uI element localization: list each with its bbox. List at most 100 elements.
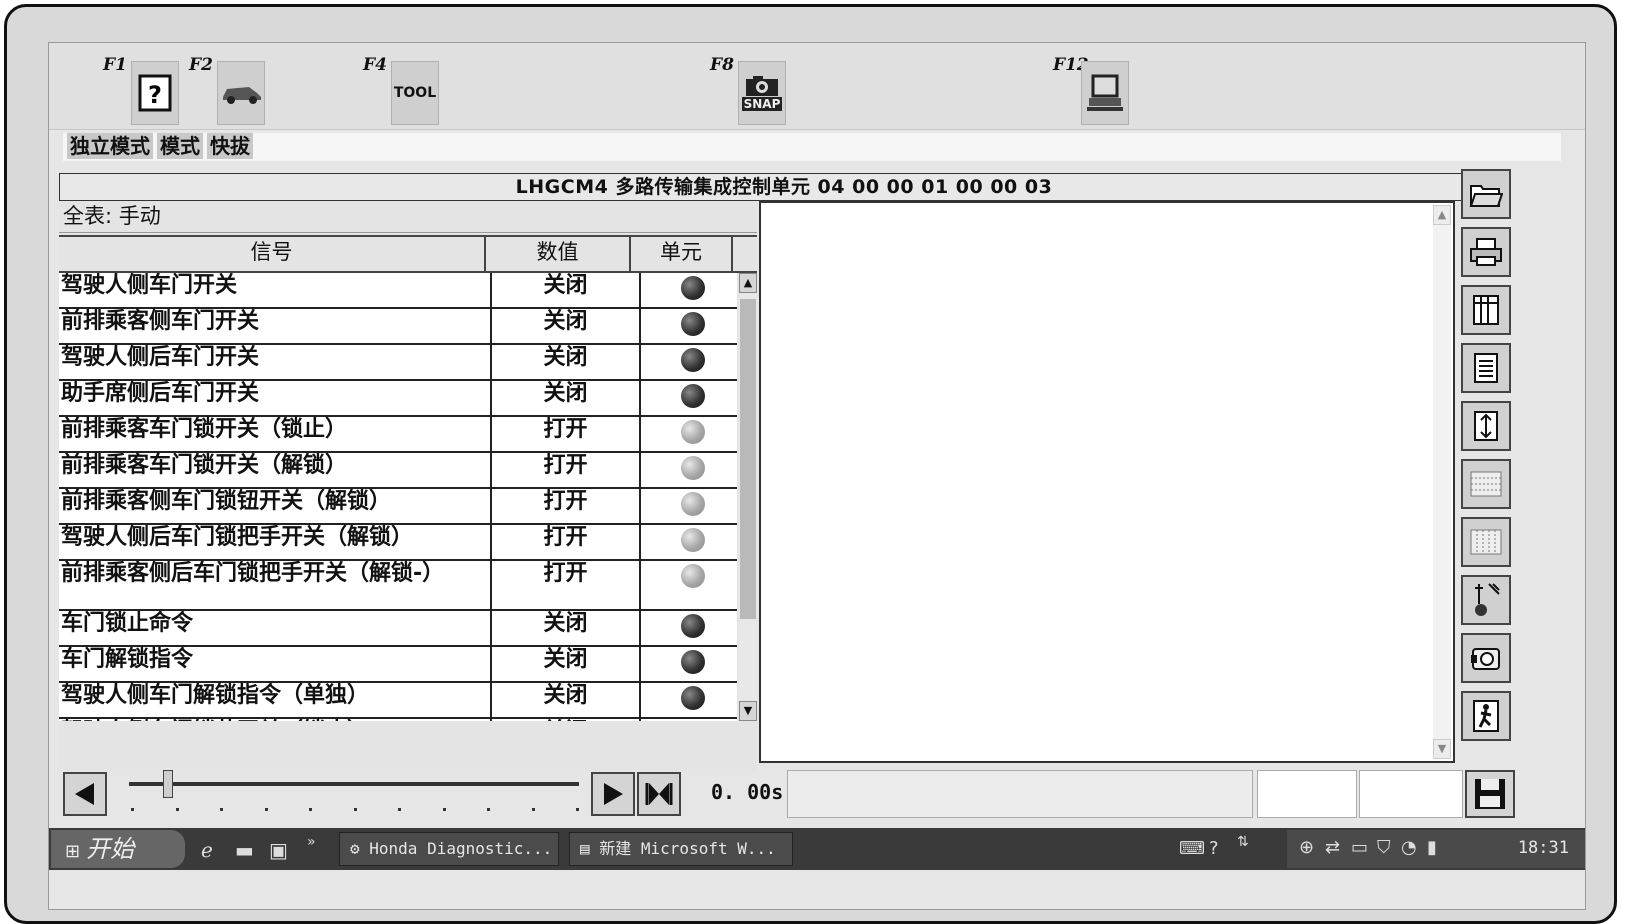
- graph-scroll-down-button[interactable]: ▼: [1433, 739, 1451, 759]
- graph-grid-button[interactable]: [1461, 459, 1511, 509]
- play-forward-button[interactable]: [591, 772, 635, 816]
- timeline-tick: [220, 808, 223, 811]
- signal-name: 驾驶人侧车门锁芯开关（锁止）: [59, 718, 492, 721]
- scroll-thumb[interactable]: [740, 299, 756, 619]
- recorder-button[interactable]: [1461, 633, 1511, 683]
- connection-tray-icon[interactable]: ⇄: [1325, 837, 1340, 858]
- status-indicator-icon: [681, 312, 705, 336]
- f1-help-button[interactable]: F1 ?: [101, 55, 179, 125]
- status-cell: [640, 646, 737, 683]
- hds-window: F1 ? F2 F4 TOOL F8 SNAP F12 独立模式 模式 快拔 L…: [48, 42, 1586, 910]
- table-row[interactable]: 驾驶人侧车门解锁指令（单独） 关闭: [59, 682, 737, 719]
- status-cell: [640, 344, 737, 381]
- timeline-tick: [264, 808, 268, 811]
- tool-sidebar: [1461, 169, 1515, 769]
- ie-icon[interactable]: ℯ: [201, 838, 213, 862]
- table-row[interactable]: 驾驶人侧车门锁芯开关（锁止）关闭: [59, 718, 737, 721]
- status-indicator-icon: [681, 528, 705, 552]
- table-row[interactable]: 车门解锁指令 关闭: [59, 646, 737, 683]
- folder-icon[interactable]: ▬: [235, 838, 254, 862]
- timeline-tick: [398, 808, 401, 811]
- keyboard-icon[interactable]: ⌨: [1179, 838, 1205, 859]
- signal-name: 前排乘客车门锁开关（锁止）: [59, 416, 492, 453]
- status-field-1: [787, 770, 1253, 818]
- list-scrollbar[interactable]: ▲ ▼: [739, 273, 757, 721]
- playback-bar: 0. 00s: [59, 768, 1515, 820]
- start-button[interactable]: ⊞ 开始: [51, 830, 185, 868]
- list-title: 全表: 手动: [59, 201, 757, 233]
- task-label-honda: Honda Diagnostic...: [369, 839, 553, 858]
- quicklaunch-more-icon[interactable]: »: [307, 834, 316, 850]
- status-cell: [640, 273, 737, 309]
- list-view-button[interactable]: [1461, 343, 1511, 393]
- graph-lines-button[interactable]: [1461, 517, 1511, 567]
- column-header-value[interactable]: 数值: [486, 237, 631, 271]
- f4-tool-button[interactable]: F4 TOOL: [361, 55, 439, 125]
- f2-key-label: F2: [189, 55, 213, 75]
- table-row[interactable]: 驾驶人侧后车门开关 关闭: [59, 344, 737, 381]
- signal-value: 打开: [491, 452, 641, 489]
- table-row[interactable]: 驾驶人侧后车门锁把手开关（解锁） 打开: [59, 524, 737, 561]
- scroll-down-button[interactable]: ▼: [739, 701, 757, 721]
- play-back-button[interactable]: [63, 772, 107, 816]
- signal-name: 驾驶人侧后车门开关: [59, 344, 492, 381]
- timeline-track[interactable]: [129, 782, 579, 786]
- scroll-up-button[interactable]: ▲: [739, 273, 757, 293]
- table-row[interactable]: 驾驶人侧车门开关 关闭: [59, 273, 737, 309]
- open-folder-button[interactable]: [1461, 169, 1511, 219]
- save-button[interactable]: [1465, 770, 1515, 818]
- mode-mode[interactable]: 模式: [157, 133, 203, 159]
- status-indicator-icon: [681, 564, 705, 588]
- signal-value: 打开: [491, 488, 641, 525]
- table-row[interactable]: 前排乘客车门锁开关（锁止） 打开: [59, 416, 737, 453]
- svg-text:?: ?: [148, 81, 162, 109]
- table-row[interactable]: 前排乘客车门锁开关（解锁） 打开: [59, 452, 737, 489]
- f12-computer-button[interactable]: F12: [1051, 55, 1129, 125]
- recorder-icon: [1471, 648, 1500, 670]
- security-tray-icon[interactable]: ⛉: [1377, 837, 1391, 858]
- timeline-tick: [131, 808, 134, 811]
- step-button[interactable]: [637, 772, 681, 816]
- start-label: 开始: [86, 835, 135, 863]
- f2-vehicle-button[interactable]: F2: [187, 55, 265, 125]
- graph-scrollbar[interactable]: ▲ ▼: [1433, 205, 1451, 759]
- media-icon[interactable]: ▣: [269, 838, 288, 862]
- f8-snapshot-button[interactable]: F8 SNAP: [708, 55, 786, 125]
- task-label-word: 新建 Microsoft W...: [599, 839, 776, 858]
- status-indicator-icon: [681, 650, 705, 674]
- signal-table: 驾驶人侧车门开关 关闭 前排乘客侧车门开关 关闭 驾驶人侧后车门开关 关闭 助手席侧后车门开…: [59, 273, 737, 721]
- exit-button[interactable]: [1461, 691, 1511, 741]
- graph-scroll-up-button[interactable]: ▲: [1433, 205, 1451, 225]
- update-tray-icon[interactable]: ◔: [1401, 837, 1417, 858]
- honda-app-icon: ⚙: [350, 839, 370, 858]
- table-row[interactable]: 前排乘客侧车门锁钮开关（解锁） 打开: [59, 488, 737, 525]
- status-cell: [640, 682, 737, 719]
- split-view-button[interactable]: [1461, 401, 1511, 451]
- column-header-signal[interactable]: 信号: [59, 237, 486, 271]
- status-indicator-icon: [681, 686, 705, 710]
- task-word-document[interactable]: ▤ 新建 Microsoft W...: [569, 832, 793, 866]
- computer-icon: [1081, 61, 1129, 125]
- table-row[interactable]: 助手席侧后车门开关 关闭: [59, 380, 737, 417]
- column-header-unit[interactable]: 单元: [631, 237, 733, 271]
- snapshot-camera-icon: SNAP: [738, 61, 786, 125]
- table-row[interactable]: 前排乘客侧车门开关 关闭: [59, 308, 737, 345]
- signal-name: 前排乘客侧车门开关: [59, 308, 492, 345]
- help-tray-icon[interactable]: ?: [1209, 838, 1219, 859]
- signal-value: 关闭: [491, 308, 641, 345]
- print-button[interactable]: [1461, 227, 1511, 277]
- network-tray-icon[interactable]: ⊕: [1299, 837, 1314, 858]
- column-select-button[interactable]: [1461, 285, 1511, 335]
- trigger-button[interactable]: [1461, 575, 1511, 625]
- monitor-tray-icon[interactable]: ▭: [1351, 837, 1368, 858]
- timeline-slider-thumb[interactable]: [163, 770, 173, 798]
- ime-toggle-icon[interactable]: ⇅: [1237, 834, 1249, 850]
- status-indicator-icon: [681, 348, 705, 372]
- table-row[interactable]: 车门锁止命令 关闭: [59, 610, 737, 647]
- signal-name: 前排乘客侧车门锁钮开关（解锁）: [59, 488, 492, 525]
- mode-quick[interactable]: 快拔: [207, 133, 253, 159]
- battery-tray-icon[interactable]: ▮: [1427, 837, 1437, 858]
- mode-standalone[interactable]: 独立模式: [67, 133, 153, 159]
- table-row[interactable]: 前排乘客侧后车门锁把手开关（解锁-） 打开: [59, 560, 737, 611]
- task-honda-diagnostic[interactable]: ⚙ Honda Diagnostic...: [339, 832, 559, 866]
